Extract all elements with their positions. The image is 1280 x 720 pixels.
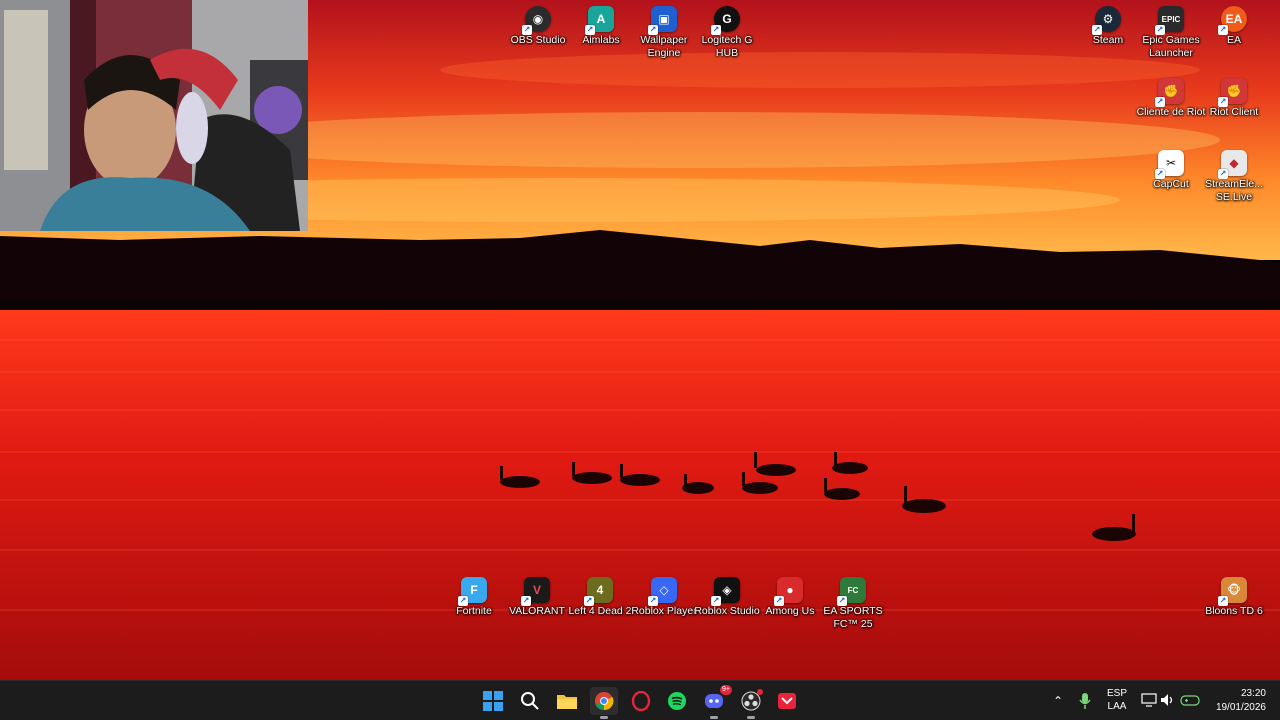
- recording-dot: [757, 689, 763, 695]
- network-button[interactable]: [1141, 692, 1157, 710]
- desktop-icon-label: VALORANT: [509, 605, 565, 617]
- desktop-icon-label: Cliente de Riot: [1136, 106, 1206, 118]
- wallpaper-engine-icon: ▣ ↗: [648, 6, 677, 35]
- opera-icon: [631, 691, 651, 711]
- desktop-icon-label: Roblox Player: [631, 605, 697, 617]
- desktop-icon-steam[interactable]: ⚙ ↗ Steam: [1073, 0, 1143, 47]
- language-code: ESP: [1106, 688, 1127, 699]
- chrome-button[interactable]: [590, 687, 618, 719]
- desktop-icon-label: EA SPORTS FC™ 25: [823, 605, 883, 630]
- desktop-icon-label: Steam: [1092, 34, 1124, 46]
- capcut-icon: ✂ ↗: [1155, 150, 1184, 179]
- among-us-icon: ● ↗: [774, 577, 803, 606]
- speaker-icon: [1161, 694, 1173, 706]
- valorant-icon: V ↗: [521, 577, 550, 606]
- chrome-icon: [595, 692, 614, 711]
- desktop-icon-label: StreamEle... SE.Live: [1205, 178, 1263, 203]
- desktop-icon-bloons-td-6[interactable]: 🐵 ↗ Bloons TD 6: [1199, 571, 1269, 618]
- network-icon: [1141, 693, 1157, 707]
- desktop-icon-logitech-ghub[interactable]: G ↗ Logitech G HUB: [692, 0, 762, 60]
- left4dead2-icon: 4 ↗: [584, 577, 613, 606]
- desktop-icon-fortnite[interactable]: F ↗ Fortnite: [439, 571, 509, 618]
- desktop-icon-cliente-de-riot[interactable]: ✊ ↗ Cliente de Riot: [1136, 72, 1206, 119]
- ea-icon: EA ↗: [1218, 6, 1247, 35]
- epic-games-icon: EPIC ↗: [1155, 6, 1184, 35]
- desktop-icon-label: Riot Client: [1209, 106, 1259, 118]
- chevron-up-icon: ⌃: [1052, 694, 1064, 708]
- desktop-icon-label: OBS Studio: [510, 34, 566, 46]
- desktop-icon-label: Roblox Studio: [694, 605, 760, 617]
- keyboard-layout: LAA: [1107, 701, 1127, 712]
- search-icon: [521, 692, 539, 710]
- desktop-icon-roblox-player[interactable]: ◇ ↗ Roblox Player: [629, 571, 699, 618]
- microphone-icon: [1079, 693, 1091, 709]
- desktop-icon-label: Left 4 Dead 2: [568, 605, 632, 617]
- desktop-icon-valorant[interactable]: V ↗ VALORANT: [502, 571, 572, 618]
- obs-icon: ◉ ↗: [522, 6, 551, 35]
- logitech-ghub-icon: G ↗: [711, 6, 740, 35]
- clock-time: 23:20: [1240, 688, 1266, 699]
- desktop-icon-obs-studio[interactable]: ◉ ↗ OBS Studio: [503, 0, 573, 47]
- red-app-button[interactable]: [773, 687, 801, 715]
- steam-icon: ⚙ ↗: [1092, 6, 1121, 35]
- desktop-icon-ea-sports-fc-25[interactable]: FC ↗ EA SPORTS FC™ 25: [818, 571, 888, 631]
- show-hidden-icons-button[interactable]: ⌃: [1050, 691, 1066, 711]
- volume-button[interactable]: [1160, 692, 1176, 710]
- desktop-icon-epic-games-launcher[interactable]: EPIC ↗ Epic Games Launcher: [1136, 0, 1206, 60]
- battery-button[interactable]: [1180, 692, 1200, 710]
- fortnite-icon: F ↗: [458, 577, 487, 606]
- desktop-icon-ea[interactable]: EA ↗ EA: [1199, 0, 1269, 47]
- desktop-icon-wallpaper-engine[interactable]: ▣ ↗ Wallpaper Engine: [629, 0, 699, 60]
- webcam-overlay: [0, 0, 308, 231]
- streamelements-icon: ◆ ↗: [1218, 150, 1247, 179]
- gamepad-icon: [1180, 695, 1200, 706]
- language-switcher[interactable]: ESP LAA: [1102, 688, 1132, 714]
- desktop-icon-label: Epic Games Launcher: [1142, 34, 1200, 59]
- desktop-icon-left-4-dead-2[interactable]: 4 ↗ Left 4 Dead 2: [565, 571, 635, 618]
- desktop-icon-label: Among Us: [765, 605, 815, 617]
- desktop-icon-aimlabs[interactable]: A ↗ Aimlabs: [566, 0, 636, 47]
- app-icon: [778, 693, 796, 709]
- desktop-icon-label: CapCut: [1153, 178, 1189, 190]
- roblox-studio-icon: ◈ ↗: [711, 577, 740, 606]
- riot-client-icon: ✊ ↗: [1218, 78, 1247, 107]
- opera-gx-button[interactable]: [627, 687, 655, 715]
- desktop-icon-label: Logitech G HUB: [701, 34, 753, 59]
- desktop-icon-label: Bloons TD 6: [1205, 605, 1263, 617]
- riot-client-icon: ✊ ↗: [1155, 78, 1184, 107]
- desktop-icon-among-us[interactable]: ● ↗ Among Us: [755, 571, 825, 618]
- folder-icon: [557, 695, 577, 709]
- microphone-button[interactable]: [1078, 691, 1092, 711]
- desktop-icon-roblox-studio[interactable]: ◈ ↗ Roblox Studio: [692, 571, 762, 618]
- desktop-icon-label: Fortnite: [456, 605, 492, 617]
- roblox-player-icon: ◇ ↗: [648, 577, 677, 606]
- clock-button[interactable]: 23:20 19/01/2026: [1206, 687, 1270, 715]
- aimlabs-icon: A ↗: [585, 6, 614, 35]
- search-button[interactable]: [516, 687, 544, 715]
- spotify-icon: [668, 692, 686, 710]
- desktop-icon-streamelements[interactable]: ◆ ↗ StreamEle... SE.Live: [1199, 144, 1269, 204]
- taskbar: 9+ ⌃ ESP LAA 23:20 19/01/2026: [0, 680, 1280, 720]
- desktop-icon-label: Wallpaper Engine: [640, 34, 688, 59]
- desktop-icon-label: Aimlabs: [582, 34, 620, 46]
- clock-date: 19/01/2026: [1215, 702, 1266, 713]
- file-explorer-button[interactable]: [553, 687, 581, 715]
- discord-button[interactable]: 9+: [700, 685, 732, 719]
- obs-button[interactable]: [737, 687, 765, 719]
- windows-icon: [483, 691, 503, 711]
- start-button[interactable]: [479, 687, 507, 715]
- spotify-button[interactable]: [663, 687, 691, 715]
- notification-badge: 9+: [720, 685, 732, 695]
- desktop-icon-riot-client[interactable]: ✊ ↗ Riot Client: [1199, 72, 1269, 119]
- desktop-icon-label: EA: [1226, 34, 1241, 46]
- bloons-td6-icon: 🐵 ↗: [1218, 577, 1247, 606]
- desktop-icon-capcut[interactable]: ✂ ↗ CapCut: [1136, 144, 1206, 191]
- ea-sports-fc-icon: FC ↗: [837, 577, 866, 606]
